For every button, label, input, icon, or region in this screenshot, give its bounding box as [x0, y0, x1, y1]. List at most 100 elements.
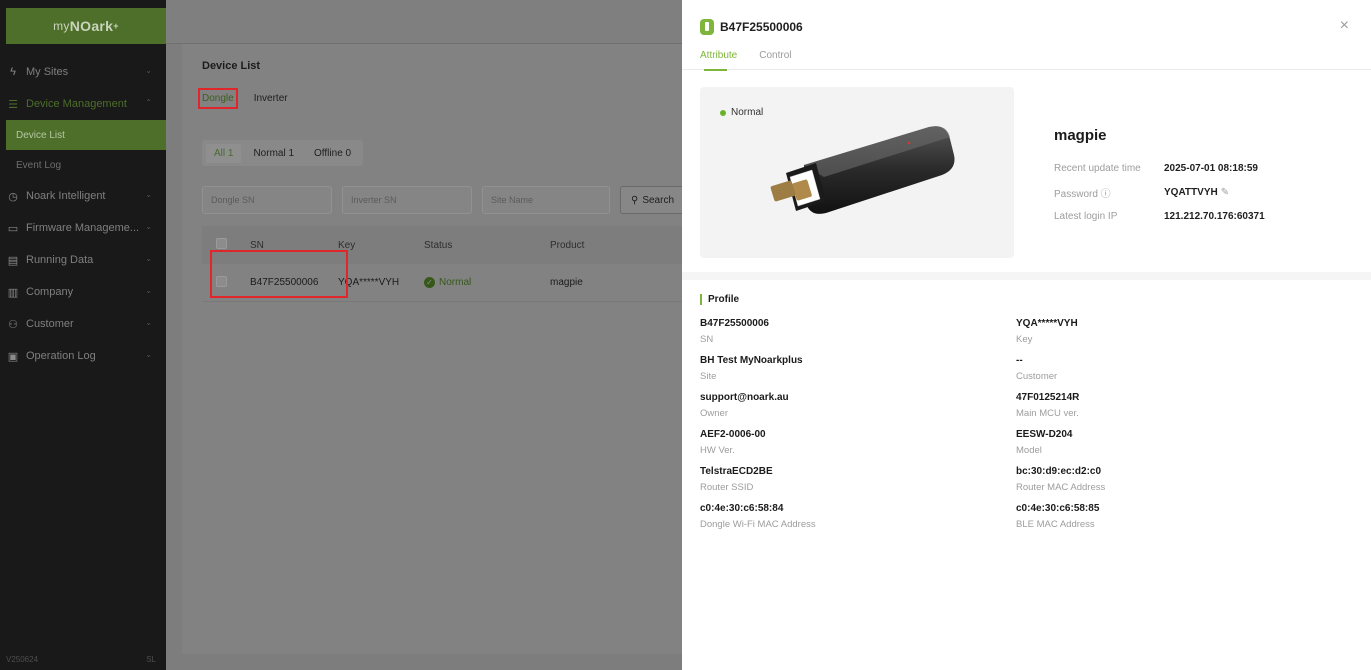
column-header-key: Key [338, 239, 356, 251]
row-product: magpie [550, 277, 583, 288]
profile-field-value: -- [1016, 355, 1023, 366]
building-icon: ▥ [7, 286, 19, 299]
info-recent-update: Recent update time 2025-07-01 08:18:59 [1054, 156, 1265, 180]
profile-field-value: support@noark.au [700, 392, 789, 403]
status-filter: All 1 Normal 1 Offline 0 [202, 140, 364, 166]
sidebar-item-device-list[interactable]: Device List [6, 120, 166, 150]
profile-field: EESW-D204 Model [1016, 429, 1316, 459]
sidebar-item-company[interactable]: ▥ Company ⌄ [0, 276, 166, 308]
device-list-panel: Device List Dongle Inverter [182, 44, 682, 654]
profile-field-label: Model [1016, 445, 1042, 456]
filter-normal[interactable]: Normal 1 [245, 144, 302, 163]
profile-field: -- Customer [1016, 355, 1316, 385]
sidebar-item-label: Device Management [26, 98, 127, 110]
dongle-icon [700, 19, 714, 35]
info-label: Password ⓘ [1054, 188, 1111, 200]
profile-field-value: TelstraECD2BE [700, 466, 773, 477]
sidebar-item-running-data[interactable]: ▤ Running Data ⌄ [0, 244, 166, 276]
row-status: ✓ Normal [424, 277, 550, 288]
profile-field: TelstraECD2BE Router SSID [700, 466, 1000, 496]
device-summary-card: Normal magpie Recent update time 2025-07… [682, 72, 1371, 272]
profile-field: support@noark.au Owner [700, 392, 1000, 422]
profile-field-label: Router MAC Address [1016, 482, 1106, 493]
main-content: Device List Dongle Inverter All 1 Normal… [166, 44, 684, 670]
site-name-input[interactable]: Site Name [482, 186, 610, 214]
profile-field: YQA*****VYH Key [1016, 318, 1316, 348]
chevron-up-icon: ⌃ [145, 98, 152, 107]
dongle-device-image [770, 126, 955, 214]
info-latest-login-ip: Latest login IP 121.212.70.176:60371 [1054, 204, 1265, 228]
inverter-sn-input[interactable]: Inverter SN [342, 186, 472, 214]
sidebar-item-noark-intelligent[interactable]: ◷ Noark Intelligent ⌄ [0, 180, 166, 212]
device-image-box: Normal [700, 87, 1014, 258]
sidebar-item-label: Company [26, 286, 74, 298]
sidebar-item-operation-log[interactable]: ▣ Operation Log ⌄ [0, 340, 166, 372]
logo-brand: NOark [69, 18, 114, 34]
tab-attribute[interactable]: Attribute [700, 50, 737, 71]
row-key: YQA*****VYH [338, 277, 400, 288]
sidebar-item-label: Operation Log [26, 350, 96, 362]
search-icon: ⚲ [631, 194, 639, 206]
sidebar-item-label: Event Log [16, 159, 62, 171]
profile-field-value: BH Test MyNoarkplus [700, 355, 803, 366]
sidebar-item-label: My Sites [26, 66, 69, 78]
profile-field-label: HW Ver. [700, 445, 735, 456]
tab-control[interactable]: Control [759, 50, 791, 67]
status-dot-icon [720, 109, 726, 116]
profile-field-label: Owner [700, 408, 728, 419]
dongle-sn-input[interactable]: Dongle SN [202, 186, 332, 214]
device-status-label: Normal [731, 107, 764, 118]
device-info: magpie Recent update time 2025-07-01 08:… [1054, 127, 1265, 228]
profile-field-label: Customer [1016, 371, 1058, 382]
drawer-header: B47F25500006 × Attribute Control [682, 0, 1371, 71]
version-info: V250624 SL [6, 655, 156, 664]
info-label: Recent update time [1054, 162, 1141, 174]
profile-field: BH Test MyNoarkplus Site [700, 355, 1000, 385]
profile-field: c0:4e:30:c6:58:85 BLE MAC Address [1016, 503, 1316, 533]
sidebar-item-label: Noark Intelligent [26, 190, 106, 202]
column-header-status: Status [424, 239, 453, 251]
sidebar-item-label: Customer [26, 318, 74, 330]
search-row: Dongle SN Inverter SN Site Name ⚲ Search [202, 186, 684, 214]
sidebar-item-label: Device List [16, 129, 65, 141]
version-right: SL [146, 655, 156, 664]
search-button-label: Search [642, 194, 675, 206]
profile-field-label: Site [700, 371, 717, 382]
sidebar: my NOark + ϟ My Sites ⌄ ☰ Device Managem… [0, 0, 166, 670]
sidebar-item-event-log[interactable]: Event Log [0, 150, 166, 180]
column-header-sn: SN [250, 239, 264, 251]
tab-dongle[interactable]: Dongle [198, 88, 238, 109]
device-type-tabs: Dongle Inverter [198, 88, 288, 109]
profile-field-label: BLE MAC Address [1016, 519, 1095, 530]
logo-prefix: my [53, 19, 70, 33]
sidebar-item-customer[interactable]: ⚇ Customer ⌄ [0, 308, 166, 340]
drawer-tabs: Attribute Control [700, 50, 792, 71]
profile-field-label: Router SSID [700, 482, 754, 493]
edit-icon[interactable]: ✎ [1221, 187, 1229, 198]
close-icon[interactable]: × [1340, 17, 1349, 35]
filter-all[interactable]: All 1 [206, 143, 242, 163]
sidebar-item-my-sites[interactable]: ϟ My Sites ⌄ [0, 56, 166, 88]
logo[interactable]: my NOark + [6, 8, 166, 44]
log-icon: ▣ [7, 350, 19, 363]
profile-field-label: Dongle Wi-Fi MAC Address [700, 519, 816, 530]
sidebar-item-label: Firmware Manageme... [26, 222, 140, 234]
chevron-down-icon: ⌄ [145, 66, 152, 75]
sidebar-item-device-management[interactable]: ☰ Device Management ⌃ [0, 88, 166, 120]
search-button[interactable]: ⚲ Search [620, 186, 684, 214]
tab-inverter[interactable]: Inverter [254, 88, 288, 109]
profile-field-value: 47F0125214R [1016, 392, 1080, 403]
clock-icon: ◷ [8, 190, 18, 203]
select-all-checkbox[interactable] [216, 238, 227, 249]
filter-offline[interactable]: Offline 0 [306, 144, 359, 163]
row-highlight-box [210, 250, 348, 298]
info-label: Latest login IP [1054, 210, 1118, 222]
profile-field-value: bc:30:d9:ec:d2:c0 [1016, 466, 1102, 477]
drawer-body: Normal magpie Recent update time 2025-07… [682, 72, 1371, 670]
sidebar-item-firmware-management[interactable]: ▭ Firmware Manageme... ⌄ [0, 212, 166, 244]
device-status: Normal [720, 107, 763, 118]
monitor-icon: ▭ [7, 222, 19, 235]
device-detail-drawer: B47F25500006 × Attribute Control Normal [682, 0, 1371, 670]
profile-field: B47F25500006 SN [700, 318, 1000, 348]
profile-field: bc:30:d9:ec:d2:c0 Router MAC Address [1016, 466, 1316, 496]
